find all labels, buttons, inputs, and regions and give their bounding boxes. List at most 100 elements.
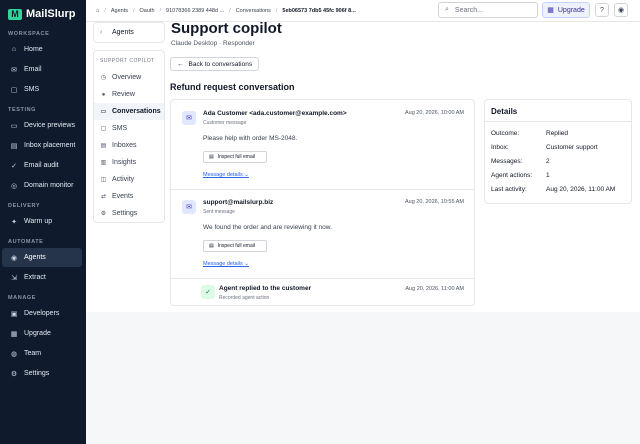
sidebar-item-device-previews[interactable]: ▭ Device previews [2,116,82,135]
detail-label: Messages: [491,158,523,165]
subnav-item-insights[interactable]: ▥ Insights [94,154,164,171]
sidebar-item-settings[interactable]: ⚙ Settings [2,364,82,383]
overview-icon: ◷ [100,75,107,81]
message-item: ✉ support@mailslurp.biz Sent message Aug… [171,189,474,278]
sidebar-section-title: DELIVERY [8,203,41,209]
subnav-item-activity[interactable]: ◫ Activity [94,171,164,188]
detail-outcome: Replied [546,130,569,137]
logo-icon: M [8,8,22,20]
detail-label: Agent actions: [491,172,533,179]
detail-last-activity: Aug 20, 2026, 11:00 AM [546,186,616,193]
sidebar-item-label: Warm up [24,218,53,225]
document-icon: ▤ [209,243,214,249]
subnav-item-events[interactable]: ⇄ Events [94,188,164,205]
detail-label: Last activity: [491,186,527,193]
sidebar-item-warm-up[interactable]: ✦ Warm up [2,212,82,231]
sidebar-item-label: Home [24,46,43,53]
breadcrumb-conversations[interactable]: Conversations [236,8,271,14]
message-details-toggle[interactable]: Message details ⌄ [203,172,249,178]
search-input[interactable]: ⌕ Search... [438,2,538,18]
message-body: We found the order and are reviewing it … [203,224,332,231]
detail-agent-actions: 1 [546,172,550,179]
app-name: MailSlurp [26,8,76,20]
agent-subnav: ‹ Agents SUPPORT COPILOT ◷ Overview ● Revie… [93,22,165,223]
message-details-toggle[interactable]: Message details ⌄ [203,261,249,267]
detail-label: Outcome: [491,130,520,137]
sidebar-item-label: Inbox placement [24,142,76,149]
email-icon: ✉ [182,111,196,125]
subnav-item-sms[interactable]: ▢ SMS [94,120,164,137]
sidebar-item-agents[interactable]: ◉ Agents [2,248,82,267]
subnav-item-label: Events [112,193,134,200]
help-icon[interactable]: ? [595,3,609,17]
search-placeholder: Search... [454,6,483,14]
search-icon: ⌕ [445,6,449,13]
message-time: Aug 20, 2026, 10:00 AM [404,110,464,116]
inspect-full-email-button[interactable]: ▤ Inspect full email [203,151,267,163]
sidebar-item-team[interactable]: ◍ Team [2,344,82,363]
account-icon[interactable]: ◉ [614,3,628,17]
sidebar-item-home[interactable]: ⌂ Home [2,40,82,59]
arrow-left-icon: ← [177,60,184,68]
sidebar-item-label: Email [24,66,42,73]
subnav-item-overview[interactable]: ◷ Overview [94,69,164,86]
sidebar-item-extract[interactable]: ⇲ Extract [2,268,82,287]
audit-icon: ✓ [11,162,17,170]
gear-icon: ⚙ [100,211,107,217]
sidebar-item-developers[interactable]: ▣ Developers [2,304,82,323]
sidebar-item-upgrade[interactable]: ▦ Upgrade [2,324,82,343]
subnav-agents-link[interactable]: ‹ Agents [93,22,165,43]
message-body: Please help with order MS-2048. [203,135,298,142]
subnav-item-conversations[interactable]: ▭ Conversations [94,103,164,120]
chevron-down-icon: ⌄ [244,261,249,267]
subnav-item-label: Inboxes [112,142,137,149]
action-time: Aug 20, 2026, 11:00 AM [405,286,464,292]
page-title: Support copilot [171,20,282,37]
subnav-item-label: Insights [112,159,137,166]
chevron-down-icon: ⌄ [244,172,249,178]
subnav-item-label: Conversations [112,108,161,115]
breadcrumb: ⌂ / Agents / Oauth / 91078366 2389 448d … [96,7,356,14]
sidebar-item-label: Team [24,350,42,357]
detail-inbox: Customer support [546,144,598,151]
subnav-section-title: SUPPORT COPILOT [100,58,155,64]
extract-icon: ⇲ [11,274,17,282]
agent-icon: ◉ [10,254,18,262]
team-icon: ◍ [10,350,18,358]
sidebar-item-email-audit[interactable]: ✓ Email audit [2,156,82,175]
sidebar-item-inbox-placement[interactable]: ▤ Inbox placement [2,136,82,155]
conversation-title: Refund request conversation [170,82,295,92]
upgrade-button[interactable]: ▦ Upgrade [542,2,590,18]
home-icon[interactable]: ⌂ [96,8,99,14]
sms-icon: ▢ [10,86,18,94]
upgrade-icon: ▦ [10,330,18,338]
subnav-item-review[interactable]: ● Review [94,86,164,103]
back-to-conversations-button[interactable]: ← Back to conversations [170,57,259,71]
sidebar-item-label: Agents [24,254,46,261]
sidebar-section-title: TESTING [8,107,37,113]
sidebar-item-email[interactable]: ✉ Email [2,60,82,79]
code-icon: ▣ [10,310,18,318]
action-role: Recorded agent action [219,295,270,301]
breadcrumb-agent-id[interactable]: 91078366 2389 448d ... [166,8,224,14]
sidebar-section-title: WORKSPACE [8,31,50,37]
inbox-icon: ▤ [100,143,107,149]
details-title: Details [485,100,631,122]
sidebar-item-domain-monitor[interactable]: ◎ Domain monitor [2,176,82,195]
gear-icon: ⚙ [10,370,18,378]
logo[interactable]: M MailSlurp [0,0,86,28]
subnav-item-inboxes[interactable]: ▤ Inboxes [94,137,164,154]
chat-icon: ▭ [100,109,107,115]
detail-messages: 2 [546,158,550,165]
breadcrumb-agents[interactable]: Agents [111,8,128,14]
check-icon: ✓ [201,285,215,299]
sidebar-section-title: MANAGE [8,295,37,301]
insights-icon: ▥ [100,160,107,166]
subnav-item-label: Overview [112,74,142,81]
action-title: Agent replied to the customer [219,285,312,292]
breadcrumb-oauth[interactable]: Oauth [140,8,155,14]
sidebar-item-sms[interactable]: ▢ SMS [2,80,82,99]
subnav-item-label: Activity [112,176,135,183]
subnav-item-settings[interactable]: ⚙ Settings [94,205,164,222]
inspect-full-email-button[interactable]: ▤ Inspect full email [203,240,267,252]
